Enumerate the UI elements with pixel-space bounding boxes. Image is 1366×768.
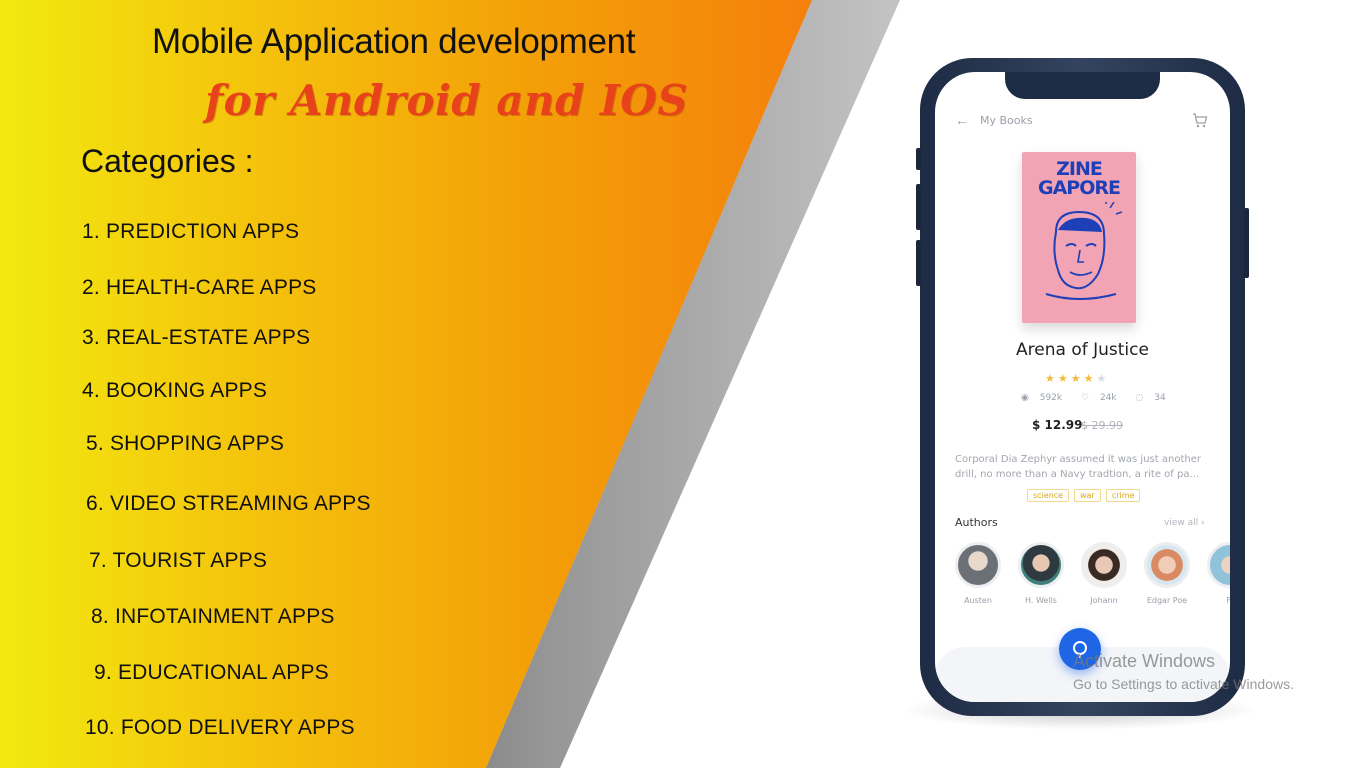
book-stats: ◉ 592k ♡ 24k ◌ 34 bbox=[1021, 393, 1182, 403]
phone-screen: ← My Books ZINE GAPORE Arena of Justice … bbox=[935, 72, 1230, 702]
category-item-educational: 9. EDUCATIONAL APPS bbox=[94, 661, 329, 684]
author-name: H. Wells bbox=[1025, 596, 1057, 605]
avatar bbox=[1144, 542, 1190, 588]
author-name: Edgar Poe bbox=[1146, 596, 1188, 605]
star-empty-icon: ★ bbox=[1096, 373, 1110, 385]
author-card[interactable]: H. Wells bbox=[1016, 542, 1066, 605]
comments-stat[interactable]: ◌ 34 bbox=[1136, 393, 1174, 403]
views-stat: ◉ 592k bbox=[1021, 393, 1063, 403]
phone-notch bbox=[1005, 72, 1160, 99]
category-item-health-care: 2. HEALTH-CARE APPS bbox=[82, 276, 317, 299]
heart-icon: ♡ bbox=[1081, 393, 1090, 403]
category-item-shopping: 5. SHOPPING APPS bbox=[86, 432, 285, 455]
category-item-booking: 4. BOOKING APPS bbox=[82, 379, 268, 402]
author-name: Austen bbox=[964, 596, 992, 605]
book-cover-title: ZINE GAPORE bbox=[1038, 158, 1121, 199]
avatar bbox=[1018, 542, 1064, 588]
category-item-infotainment: 8. INFOTAINMENT APPS bbox=[91, 605, 335, 628]
page-subtitle: for Android and IOS bbox=[205, 76, 689, 125]
phone-mute-button bbox=[916, 148, 921, 170]
back-arrow-icon[interactable]: ← bbox=[955, 112, 969, 128]
book-description: Corporal Dia Zephyr assumed it was just … bbox=[955, 454, 1201, 480]
tag-crime[interactable]: crime bbox=[1105, 489, 1141, 502]
categories-heading: Categories : bbox=[81, 143, 254, 179]
category-item-prediction: 1. PREDICTION APPS bbox=[82, 220, 300, 243]
author-card[interactable]: Edgar Poe bbox=[1142, 542, 1192, 605]
phone-volume-down-button bbox=[916, 240, 921, 286]
cart-icon[interactable] bbox=[1192, 112, 1208, 133]
author-card[interactable]: Johann bbox=[1079, 542, 1129, 605]
book-old-price: $ 29.99 bbox=[1081, 419, 1123, 432]
authors-heading: Authors bbox=[955, 516, 998, 529]
nav-title: My Books bbox=[980, 114, 1033, 127]
avatar bbox=[955, 542, 1001, 588]
category-item-food-delivery: 10. FOOD DELIVERY APPS bbox=[85, 716, 355, 739]
author-name: Fr bbox=[1226, 596, 1230, 605]
avatar bbox=[1207, 542, 1230, 588]
star-icon: ★ bbox=[1057, 373, 1071, 385]
phone-power-button bbox=[1244, 208, 1249, 278]
tag-war[interactable]: war bbox=[1074, 489, 1101, 502]
likes-stat[interactable]: ♡ 24k bbox=[1081, 393, 1125, 403]
author-name: Johann bbox=[1090, 596, 1118, 605]
activate-windows-title: Activate Windows bbox=[1073, 651, 1216, 671]
activate-windows-subtitle: Go to Settings to activate Windows. bbox=[1073, 676, 1294, 692]
phone-volume-up-button bbox=[916, 184, 921, 230]
avatar bbox=[1081, 542, 1127, 588]
book-cover-illustration bbox=[1045, 202, 1122, 300]
author-card[interactable]: Austen bbox=[953, 542, 1003, 605]
tag-science[interactable]: science bbox=[1027, 489, 1070, 502]
star-icon: ★ bbox=[1045, 373, 1058, 385]
star-icon: ★ bbox=[1070, 373, 1084, 385]
category-item-real-estate: 3. REAL-ESTATE APPS bbox=[82, 326, 311, 349]
comment-icon: ◌ bbox=[1135, 393, 1144, 403]
rating-stars: ★★★★★ bbox=[1045, 372, 1109, 385]
category-item-video-streaming: 6. VIDEO STREAMING APPS bbox=[86, 492, 371, 515]
author-card[interactable]: Fr bbox=[1205, 542, 1230, 605]
book-tags: science war crime bbox=[1027, 489, 1141, 502]
book-price: $ 12.99 bbox=[1032, 418, 1083, 432]
category-item-tourist: 7. TOURIST APPS bbox=[89, 549, 268, 572]
view-all-link[interactable]: view all › bbox=[1164, 518, 1205, 528]
book-name: Arena of Justice bbox=[1016, 340, 1149, 360]
book-cover[interactable]: ZINE GAPORE bbox=[1022, 152, 1136, 323]
page-title: Mobile Application development bbox=[152, 22, 636, 61]
eye-icon: ◉ bbox=[1021, 393, 1029, 403]
star-icon: ★ bbox=[1083, 373, 1097, 385]
